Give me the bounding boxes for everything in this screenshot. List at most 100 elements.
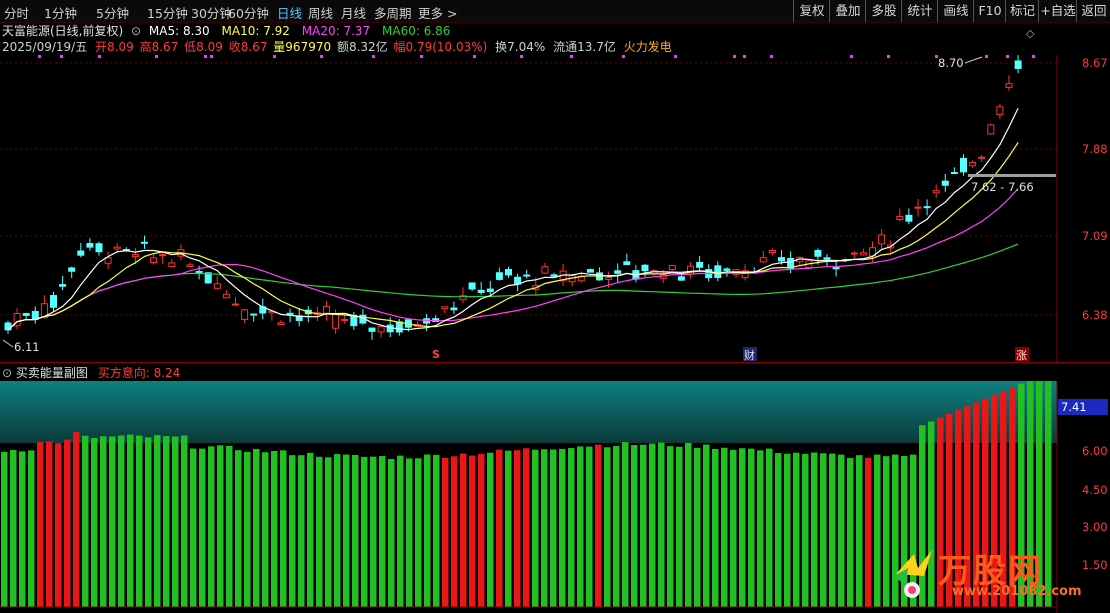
ma20-value: MA20: 7.37	[301, 24, 371, 38]
candle	[914, 199, 922, 217]
energy-bar	[370, 456, 377, 607]
candle	[59, 275, 67, 291]
energy-bar	[73, 431, 80, 607]
period-tab-weekly[interactable]: 周线	[308, 3, 333, 22]
candle	[623, 253, 631, 266]
candle	[377, 324, 385, 338]
energy-bar	[253, 448, 260, 607]
stats-button[interactable]: 统计	[901, 0, 938, 22]
energy-bar	[406, 458, 413, 607]
period-tab-1min[interactable]: 1分钟	[44, 3, 77, 22]
diamond-icon[interactable]: ◇	[1026, 27, 1034, 40]
energy-bar	[244, 451, 251, 607]
energy-bar	[379, 456, 386, 607]
brand-watermark: 万股网 www.201082.com	[888, 544, 1110, 613]
energy-bar	[91, 438, 98, 607]
period-tab-multi[interactable]: 多周期	[374, 3, 412, 22]
dropdown-circle-icon[interactable]: ⊙	[131, 24, 141, 38]
period-tab-monthly[interactable]: 月线	[341, 3, 366, 22]
energy-bar	[208, 446, 215, 607]
f10-button[interactable]: F10	[973, 0, 1006, 22]
concept-tag[interactable]: 火力发电	[624, 38, 672, 55]
period-tab-30min[interactable]: 30分钟	[191, 3, 232, 22]
signal-dot	[155, 55, 158, 58]
energy-bar	[523, 448, 530, 607]
period-tab-fenshi[interactable]: 分时	[4, 3, 29, 22]
marker-finance[interactable]: 财	[744, 348, 755, 362]
energy-bar	[415, 458, 422, 607]
period-tab-daily[interactable]: 日线	[277, 3, 302, 22]
energy-bar	[856, 455, 863, 607]
candle	[323, 300, 330, 321]
signal-dot	[520, 55, 523, 58]
candlestick-chart[interactable]: 8.67 7.88 7.09 6.38 8.70 6.11 7.62 - 7.6…	[0, 55, 1110, 362]
quote-amount: 额8.32亿	[336, 40, 388, 54]
energy-bar	[433, 454, 440, 607]
energy-bar	[658, 442, 665, 607]
draw-line-button[interactable]: 画线	[937, 0, 974, 22]
candle	[150, 254, 158, 265]
energy-bar	[361, 456, 368, 607]
candle	[514, 273, 522, 292]
price-range-bar	[968, 174, 1056, 177]
multi-stock-button[interactable]: 多股	[865, 0, 902, 22]
marker-s[interactable]: S	[432, 348, 440, 361]
period-tab-60min[interactable]: 60分钟	[228, 3, 269, 22]
ma10-value: MA10: 7.92	[221, 24, 290, 38]
candle	[960, 154, 967, 176]
low-price-pointer	[2, 339, 14, 348]
period-tab-5min[interactable]: 5分钟	[96, 3, 129, 22]
energy-bar	[550, 449, 557, 607]
energy-bar	[226, 445, 233, 607]
candle	[941, 174, 949, 192]
candle	[596, 267, 603, 281]
candle	[423, 313, 431, 332]
energy-bar	[352, 454, 359, 607]
energy-bar	[667, 446, 674, 607]
more-label: 更多	[418, 6, 444, 21]
candle	[341, 314, 349, 324]
high-price-label: 8.70	[938, 56, 964, 70]
signal-dot	[38, 55, 41, 58]
price-label-1: 8.67	[1082, 56, 1108, 70]
energy-bar	[820, 453, 827, 607]
sub-chart-title[interactable]: 买卖能量副图	[16, 366, 88, 380]
low-price-label: 6.11	[14, 340, 40, 354]
candle	[104, 251, 112, 269]
energy-bar	[19, 451, 26, 607]
energy-bar	[289, 455, 296, 607]
candle	[832, 260, 840, 277]
quote-change: 幅0.79(10.03%)	[393, 40, 488, 54]
energy-bar	[316, 456, 323, 607]
signal-dot	[743, 55, 746, 58]
price-label-4: 6.38	[1082, 308, 1108, 322]
mark-button[interactable]: 标记	[1005, 0, 1039, 22]
adjust-button[interactable]: 复权	[793, 0, 830, 22]
candle	[850, 251, 858, 259]
quote-high: 高8.67	[139, 40, 179, 54]
candle	[987, 123, 995, 135]
overlay-button[interactable]: 叠加	[829, 0, 866, 22]
back-button[interactable]: 返回	[1076, 0, 1110, 22]
period-tab-15min[interactable]: 15分钟	[147, 3, 188, 22]
candle	[259, 298, 267, 320]
candle	[13, 308, 21, 330]
add-watchlist-button[interactable]: +自选	[1038, 0, 1077, 22]
energy-bar	[766, 448, 773, 607]
energy-bar	[217, 445, 224, 607]
energy-bar	[469, 455, 476, 607]
energy-bar	[784, 453, 791, 607]
price-label-3: 7.09	[1082, 229, 1108, 243]
sub-axis-label-2: 4.50	[1082, 483, 1108, 497]
marker-limit-up[interactable]: 涨	[1016, 349, 1027, 362]
signal-dot	[320, 55, 323, 58]
period-tab-more[interactable]: 更多 >	[418, 3, 457, 22]
ma60-value: MA60: 6.86	[382, 24, 451, 38]
candle	[541, 262, 549, 274]
energy-bar	[604, 447, 611, 607]
energy-bar	[181, 435, 188, 607]
candle	[969, 160, 977, 168]
energy-bar	[838, 454, 845, 607]
energy-bar	[235, 450, 242, 607]
collapse-icon[interactable]: ⊙	[2, 366, 12, 380]
